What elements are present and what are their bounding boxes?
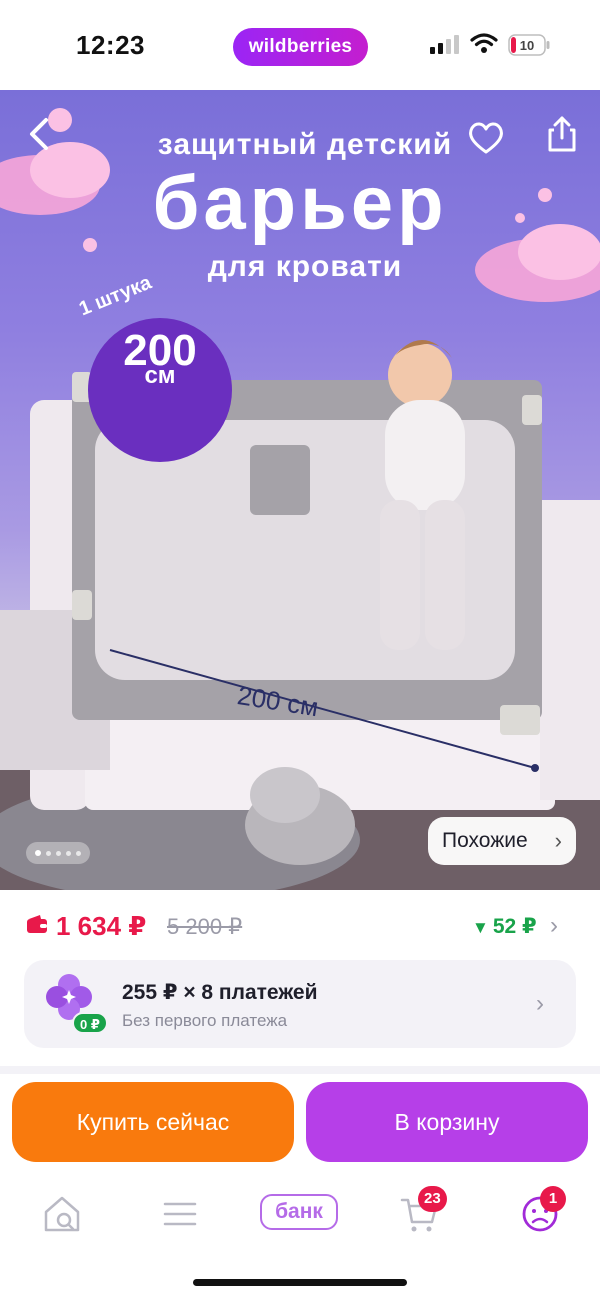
- section-divider: [0, 1066, 600, 1074]
- chevron-right-icon: ›: [554, 828, 562, 853]
- carousel-dot: [46, 851, 51, 856]
- chevron-right-icon: ›: [536, 990, 544, 1017]
- size-unit: см: [144, 362, 176, 389]
- installment-badge: 0 ₽: [72, 1012, 108, 1034]
- cart-count-badge: 23: [418, 1186, 447, 1212]
- share-icon[interactable]: [540, 112, 584, 156]
- carousel-indicator[interactable]: [26, 842, 90, 864]
- wallet-icon: [27, 915, 47, 933]
- brand-logo: wildberries: [233, 28, 368, 66]
- heart-icon[interactable]: [464, 116, 508, 160]
- back-icon[interactable]: [18, 112, 62, 156]
- carousel-dot: [66, 851, 71, 856]
- add-to-cart-button[interactable]: В корзину: [306, 1082, 588, 1162]
- installment-title: 255 ₽ × 8 платежей: [122, 981, 318, 1004]
- installment-card[interactable]: 0 ₽ 255 ₽ × 8 платежей Без первого плате…: [24, 960, 576, 1048]
- similar-button-label: Похожие: [442, 829, 528, 852]
- price-row[interactable]: 1 634 ₽ 5 200 ₽ ▼ 52 ₽ ›: [0, 900, 600, 952]
- menu-icon[interactable]: [158, 1192, 202, 1236]
- battery-level: 10: [520, 38, 534, 53]
- triangle-down-icon: ▼: [472, 918, 489, 937]
- buy-now-button[interactable]: Купить сейчас: [12, 1082, 294, 1162]
- carousel-dot: [76, 851, 81, 856]
- hero-title-line2: барьер: [152, 161, 448, 246]
- current-price: 1 634 ₽: [56, 911, 147, 941]
- bottom-tab-bar: банк 23 1: [0, 1172, 600, 1252]
- product-image-carousel[interactable]: защитный детский барьер для кровати 1 шт…: [0, 90, 600, 890]
- price-drop: ▼ 52 ₽: [472, 914, 537, 939]
- home-indicator: [193, 1279, 407, 1286]
- similar-button[interactable]: Похожие ›: [428, 817, 576, 865]
- price-drop-value: 52 ₽: [492, 915, 537, 938]
- tab-bank[interactable]: банк: [260, 1194, 338, 1230]
- carousel-dot: [35, 850, 41, 856]
- home-search-icon[interactable]: [40, 1192, 84, 1236]
- status-time: 12:23: [76, 30, 145, 60]
- old-price: 5 200 ₽: [167, 914, 243, 939]
- installment-subtitle: Без первого платежа: [122, 1011, 288, 1030]
- hero-title-line1: защитный детский: [157, 128, 453, 161]
- chevron-right-icon: ›: [550, 912, 558, 939]
- status-bar: 12:23 wildberries 10: [0, 0, 600, 90]
- profile-notification-badge: 1: [540, 1186, 566, 1212]
- battery-icon: 10: [508, 34, 550, 56]
- signal-icon: [430, 35, 459, 54]
- hero-title-line3: для кровати: [207, 250, 403, 283]
- wifi-icon: [470, 33, 498, 53]
- carousel-dot: [56, 851, 61, 856]
